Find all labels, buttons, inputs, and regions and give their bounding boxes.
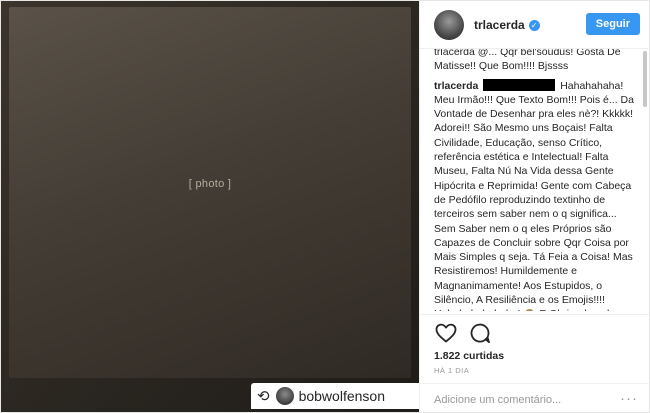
repost-tag[interactable]: ⟲ bobwolfenson — [251, 383, 419, 409]
more-options-icon[interactable]: ··· — [620, 390, 638, 407]
avatar[interactable] — [434, 9, 464, 40]
repost-icon: ⟲ — [257, 387, 270, 405]
comment-bubble-icon[interactable] — [468, 321, 492, 345]
repost-username: bobwolfenson — [298, 388, 385, 404]
post-photo[interactable]: [ photo ] ⟲ bobwolfenson — [1, 1, 419, 412]
post-actions: 1.822 curtidas HÁ 1 DIA ··· — [420, 314, 650, 413]
post-timestamp: HÁ 1 DIA — [434, 366, 470, 375]
likes-count[interactable]: 1.822 curtidas — [434, 350, 504, 362]
comments-scrollbar[interactable] — [643, 51, 647, 107]
comment-username[interactable]: trlacerda — [434, 80, 478, 92]
post-side-panel: trlacerda ✓ Seguir trlacerda @... Qqr bel… — [419, 1, 650, 413]
repost-avatar — [275, 387, 294, 405]
list-item: trlacerda @... Qqr bel'soudus! Gosta De … — [434, 49, 636, 74]
comments-list[interactable]: trlacerda @... Qqr bel'soudus! Gosta De … — [420, 49, 642, 311]
action-icons — [434, 321, 502, 345]
instagram-post: [ photo ] ⟲ bobwolfenson trlacerda ✓ Segu… — [0, 0, 650, 413]
verified-badge-icon: ✓ — [528, 19, 540, 31]
heart-icon[interactable] — [434, 321, 458, 345]
comment-input[interactable] — [434, 391, 614, 409]
previous-comment-text: trlacerda @... Qqr bel'soudus! Gosta De … — [434, 49, 621, 73]
photo-placeholder-note: [ photo ] — [188, 177, 232, 190]
header-username[interactable]: trlacerda ✓ — [474, 18, 540, 32]
follow-button[interactable]: Seguir — [585, 13, 640, 35]
post-header: trlacerda ✓ Seguir — [420, 1, 650, 49]
add-comment-bar: ··· — [420, 383, 650, 413]
list-item: trlacerda Hahahahaha! Meu Irmão!!! Que T… — [434, 78, 636, 311]
comment-text: Hahahahaha! Meu Irmão!!! Que Texto Bom!!… — [434, 79, 634, 311]
photo-area: [ photo ] — [9, 7, 411, 378]
redacted-mention — [483, 78, 556, 91]
